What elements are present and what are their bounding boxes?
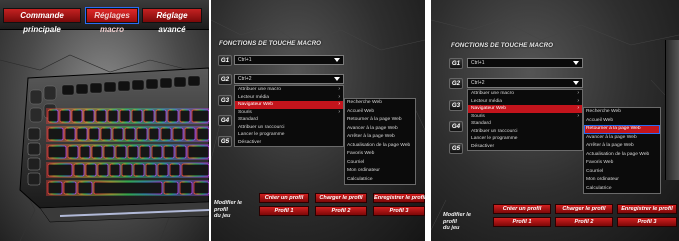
chevron-down-icon	[573, 81, 579, 85]
g2-context-menu: Attribuer une macro › Lecteur média › Navi…	[234, 85, 344, 147]
chevron-right-icon: ›	[577, 112, 579, 119]
menu-item-mouse[interactable]: Souris ›	[235, 109, 343, 117]
macro-panel-web-back-selected: FONCTIONS DE TOUCHE MACRO G1 Ctrl+1 G2 C…	[431, 0, 679, 241]
macro-functions-title: FONCTIONS DE TOUCHE MACRO	[219, 40, 322, 47]
g3-key-label: G3	[218, 95, 232, 106]
submenu-item-web-forward[interactable]: Avancer à la page Web	[584, 134, 660, 143]
chevron-down-icon	[334, 77, 340, 81]
profile-2-button[interactable]: Profil 2	[315, 206, 367, 216]
profile-1-button[interactable]: Profil 1	[493, 217, 551, 227]
submenu-item-email[interactable]: Courriel	[584, 168, 660, 177]
menu-item-web-browser[interactable]: Navigateur Web ›	[235, 101, 343, 109]
submenu-item-web-home[interactable]: Accueil Web	[345, 108, 415, 117]
macro-functions-title: FONCTIONS DE TOUCHE MACRO	[451, 42, 554, 49]
tab-advanced-settings[interactable]: Réglage avancé	[142, 8, 202, 34]
submenu-item-web-favorites[interactable]: Favoris Web	[345, 150, 415, 159]
profile-3-button[interactable]: Profil 3	[373, 206, 425, 216]
g4-key-label: G4	[218, 115, 232, 126]
submenu-item-web-back[interactable]: Retourner à la page Web	[584, 125, 660, 134]
chevron-right-icon: ›	[338, 108, 340, 115]
submenu-item-calculator[interactable]: Calculatrice	[345, 176, 415, 185]
g1-select-value: Ctrl+1	[238, 57, 252, 63]
load-profile-button[interactable]: Charger le profil	[555, 204, 613, 214]
menu-item-launch-program[interactable]: Lancer le programme	[468, 135, 582, 143]
save-profile-button[interactable]: Enregistrer le profil	[617, 204, 677, 214]
menu-item-standard[interactable]: Standard	[235, 116, 343, 124]
web-submenu: Recherche Web Accueil Web Retourner à la…	[344, 98, 416, 185]
g2-key-label: G2	[449, 78, 463, 89]
submenu-item-web-favorites[interactable]: Favoris Web	[584, 159, 660, 168]
submenu-item-web-stop[interactable]: Arrêter à la page Web	[345, 133, 415, 142]
g2-select-value: Ctrl+2	[471, 80, 485, 86]
macro-panel-web-menu: FONCTIONS DE TOUCHE MACRO G1 Ctrl+1 G2 C…	[211, 0, 425, 241]
profile-2-button[interactable]: Profil 2	[555, 217, 613, 227]
g1-key-label: G1	[449, 58, 463, 69]
menu-item-media-player[interactable]: Lecteur média ›	[468, 98, 582, 106]
menu-item-launch-program[interactable]: Lancer le programme	[235, 131, 343, 139]
submenu-item-web-home[interactable]: Accueil Web	[584, 117, 660, 126]
gaming-keyboard-image	[19, 67, 209, 223]
save-profile-button[interactable]: Enregistrer le profil	[373, 193, 425, 203]
submenu-item-web-refresh[interactable]: Actualisation de la page Web	[345, 142, 415, 151]
web-submenu: Recherche Web Accueil Web Retourner à la…	[583, 107, 661, 194]
chevron-right-icon: ›	[338, 93, 340, 100]
submenu-item-web-search[interactable]: Recherche Web	[345, 99, 415, 108]
keyboard-edge-image	[665, 40, 679, 180]
chevron-right-icon: ›	[577, 105, 579, 111]
g1-select-value: Ctrl+1	[471, 60, 485, 66]
create-profile-button[interactable]: Créer un profil	[259, 193, 309, 203]
menu-item-assign-shortcut[interactable]: Attribuer un raccourci	[468, 128, 582, 136]
profile-1-button[interactable]: Profil 1	[259, 206, 309, 216]
submenu-item-web-forward[interactable]: Avancer à la page Web	[345, 125, 415, 134]
g3-key-label: G3	[449, 100, 463, 111]
keyboard-overview-panel: Commande principale Réglages macro Régla…	[0, 0, 209, 241]
profile-3-button[interactable]: Profil 3	[617, 217, 677, 227]
chevron-down-icon	[573, 61, 579, 65]
submenu-item-calculator[interactable]: Calculatrice	[584, 185, 660, 194]
submenu-item-email[interactable]: Courriel	[345, 159, 415, 168]
submenu-item-web-back[interactable]: Retourner à la page Web	[345, 116, 415, 125]
chevron-right-icon: ›	[577, 97, 579, 104]
g2-key-label: G2	[218, 74, 232, 85]
menu-item-mouse[interactable]: Souris ›	[468, 113, 582, 121]
g2-assignment-select[interactable]: Ctrl+2	[234, 74, 344, 84]
submenu-item-web-search[interactable]: Recherche Web	[584, 108, 660, 117]
tab-main-command[interactable]: Commande principale	[3, 8, 81, 34]
menu-item-standard[interactable]: Standard	[468, 120, 582, 128]
g2-assignment-select[interactable]: Ctrl+2	[467, 78, 583, 88]
menu-item-disable[interactable]: Désactiver	[468, 143, 582, 151]
modify-profile-label: Modifier le profil du jeu	[214, 200, 242, 219]
menu-item-assign-shortcut[interactable]: Attribuer un raccourci	[235, 124, 343, 132]
menu-item-web-browser[interactable]: Navigateur Web ›	[468, 105, 582, 113]
g1-key-label: G1	[218, 55, 232, 66]
menu-item-disable[interactable]: Désactiver	[235, 139, 343, 147]
chevron-right-icon: ›	[577, 90, 579, 96]
submenu-item-my-computer[interactable]: Mon ordinateur	[584, 176, 660, 185]
chevron-right-icon: ›	[338, 101, 340, 107]
load-profile-button[interactable]: Charger le profil	[315, 193, 367, 203]
g2-select-value: Ctrl+2	[238, 76, 252, 82]
g1-assignment-select[interactable]: Ctrl+1	[234, 55, 344, 65]
create-profile-button[interactable]: Créer un profil	[493, 204, 551, 214]
g5-key-label: G5	[218, 136, 232, 147]
submenu-item-web-refresh[interactable]: Actualisation de la page Web	[584, 151, 660, 160]
modify-profile-label: Modifier le profil du jeu	[443, 212, 471, 231]
g4-key-label: G4	[449, 121, 463, 132]
g2-context-menu: Attribuer une macro › Lecteur média › Navi…	[467, 89, 583, 151]
submenu-item-my-computer[interactable]: Mon ordinateur	[345, 167, 415, 176]
tab-macro-settings[interactable]: Réglages macro	[85, 7, 139, 34]
g1-assignment-select[interactable]: Ctrl+1	[467, 58, 583, 68]
top-tab-bar: Commande principale Réglages macro Régla…	[0, 0, 209, 34]
submenu-item-web-stop[interactable]: Arrêter à la page Web	[584, 142, 660, 151]
menu-item-assign-macro[interactable]: Attribuer une macro ›	[468, 90, 582, 98]
g5-key-label: G5	[449, 143, 463, 154]
menu-item-assign-macro[interactable]: Attribuer une macro ›	[235, 86, 343, 94]
chevron-right-icon: ›	[338, 86, 340, 92]
chevron-down-icon	[334, 58, 340, 62]
menu-item-media-player[interactable]: Lecteur média ›	[235, 94, 343, 102]
